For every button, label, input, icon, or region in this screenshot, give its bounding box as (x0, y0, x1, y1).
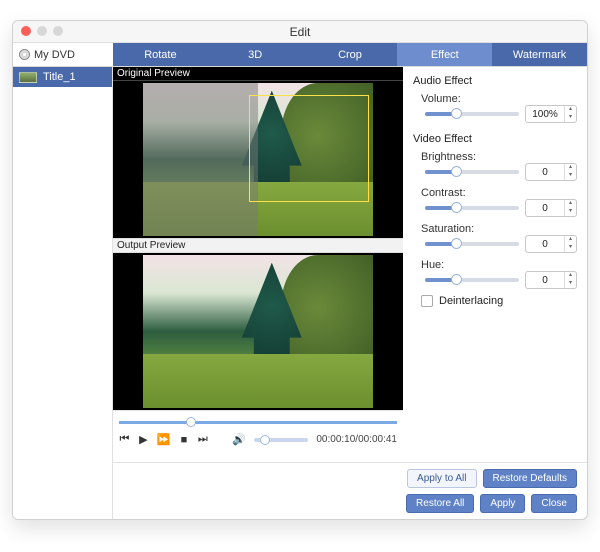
apply-button[interactable]: Apply (480, 494, 525, 513)
saturation-label: Saturation: (421, 223, 585, 235)
volume-spinner[interactable]: 100% ▴▾ (525, 105, 577, 123)
stop-button[interactable]: ■ (179, 434, 190, 446)
output-preview (113, 253, 403, 410)
output-preview-label: Output Preview (113, 238, 403, 253)
saturation-slider[interactable] (425, 242, 519, 246)
deinterlace-label: Deinterlacing (439, 295, 503, 307)
contrast-slider[interactable] (425, 206, 519, 210)
brightness-slider[interactable] (425, 170, 519, 174)
play-button[interactable]: ▶ (138, 433, 149, 446)
deinterlace-checkbox[interactable] (421, 295, 433, 307)
edit-window: Edit My DVD Rotate 3D Crop Effect Waterm… (12, 20, 588, 520)
title-sidebar: Title_1 (13, 67, 113, 519)
original-preview-label: Original Preview (113, 67, 403, 81)
transport-bar: ⏮ ▶ ⏩ ■ ⏭ 🔊 00:00:10/00:00:41 (113, 410, 403, 462)
hue-spinner[interactable]: 0▴▾ (525, 271, 577, 289)
contrast-spinner[interactable]: 0▴▾ (525, 199, 577, 217)
hue-slider[interactable] (425, 278, 519, 282)
brightness-spinner[interactable]: 0▴▾ (525, 163, 577, 181)
time-display: 00:00:10/00:00:41 (316, 434, 397, 445)
video-effect-title: Video Effect (413, 133, 577, 145)
tab-rotate[interactable]: Rotate (113, 43, 208, 66)
volume-label: Volume: (421, 93, 585, 105)
restore-defaults-button[interactable]: Restore Defaults (483, 469, 577, 488)
sidebar-item-label: Title_1 (43, 71, 76, 83)
effects-panel: Audio Effect Volume: 100% ▴▾ Video Effec… (403, 67, 587, 462)
tab-watermark[interactable]: Watermark (492, 43, 587, 66)
source-header: My DVD (13, 43, 113, 66)
footer-buttons: Apply to All Restore Defaults Restore Al… (113, 462, 587, 519)
prev-frame-button[interactable]: ⏮ (119, 433, 130, 446)
title-thumbnail (19, 72, 37, 83)
volume-step-down[interactable]: ▾ (565, 114, 576, 122)
minimize-window-icon[interactable] (37, 26, 47, 36)
volume-step-up[interactable]: ▴ (565, 106, 576, 114)
crop-rectangle[interactable] (249, 95, 369, 202)
titlebar: Edit (13, 21, 587, 43)
saturation-spinner[interactable]: 0▴▾ (525, 235, 577, 253)
window-title: Edit (13, 21, 587, 43)
tab-crop[interactable]: Crop (303, 43, 398, 66)
brightness-label: Brightness: (421, 151, 585, 163)
volume-icon[interactable]: 🔊 (232, 433, 246, 446)
apply-to-all-button[interactable]: Apply to All (407, 469, 476, 488)
volume-slider[interactable] (425, 112, 519, 116)
hue-label: Hue: (421, 259, 585, 271)
close-window-icon[interactable] (21, 26, 31, 36)
tab-effect[interactable]: Effect (397, 43, 492, 66)
sidebar-item-title-1[interactable]: Title_1 (13, 67, 112, 87)
disc-icon (19, 49, 30, 60)
next-frame-button[interactable]: ⏭ (197, 433, 208, 446)
audio-effect-title: Audio Effect (413, 75, 577, 87)
close-button[interactable]: Close (531, 494, 577, 513)
original-preview[interactable] (113, 81, 403, 238)
seek-slider[interactable] (119, 415, 397, 429)
fast-forward-button[interactable]: ⏩ (157, 433, 171, 446)
zoom-window-icon[interactable] (53, 26, 63, 36)
mask-overlay (143, 83, 258, 236)
tab-3d[interactable]: 3D (208, 43, 303, 66)
source-name: My DVD (34, 49, 75, 61)
contrast-label: Contrast: (421, 187, 585, 199)
volume-value: 100% (526, 109, 564, 120)
tab-bar: Rotate 3D Crop Effect Watermark (113, 43, 587, 66)
playback-volume-slider[interactable] (254, 438, 309, 442)
restore-all-button[interactable]: Restore All (406, 494, 474, 513)
